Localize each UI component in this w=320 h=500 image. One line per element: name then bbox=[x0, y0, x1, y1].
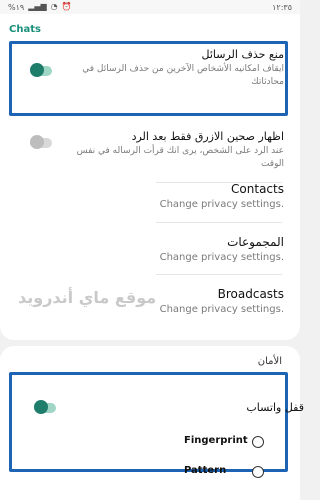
battery-indicator: %١٩ bbox=[8, 2, 25, 12]
whatsapp-lock-toggle[interactable] bbox=[34, 400, 56, 414]
blue-ticks-toggle[interactable] bbox=[30, 135, 52, 149]
setting-groups[interactable]: المجموعات Change privacy settings. bbox=[160, 235, 284, 264]
highlight-box-2 bbox=[9, 372, 288, 472]
setting-title: Broadcasts bbox=[217, 287, 284, 301]
status-left: %١٩ ▂▄▆ ◔ ⏰ bbox=[8, 3, 72, 12]
setting-subtitle: عند الرد على الشخص، يرى انك قرأت الرساله… bbox=[76, 146, 284, 169]
setting-title: Contacts bbox=[231, 182, 284, 196]
toggle-knob bbox=[30, 63, 44, 77]
setting-prevent-delete[interactable]: منع حذف الرسائل ايقاف امكانيه الأشخاص ال… bbox=[54, 48, 284, 89]
option-pattern-label: Pattern bbox=[184, 465, 227, 476]
setting-subtitle: Change privacy settings. bbox=[159, 304, 284, 315]
setting-broadcasts[interactable]: Broadcasts Change privacy settings. bbox=[160, 287, 284, 316]
setting-title: قفل واتساب bbox=[246, 401, 304, 414]
toggle-knob bbox=[34, 400, 48, 414]
alarm-icon: ⏰ bbox=[61, 2, 72, 11]
divider bbox=[156, 222, 282, 223]
setting-subtitle: ايقاف امكانيه الأشخاص الآخرين من حذف الر… bbox=[82, 64, 284, 87]
option-fingerprint-radio[interactable] bbox=[252, 436, 264, 448]
divider bbox=[156, 274, 282, 275]
option-fingerprint-label: Fingerprint bbox=[184, 435, 248, 446]
setting-subtitle: Change privacy settings. bbox=[159, 199, 284, 210]
setting-whatsapp-lock[interactable]: قفل واتساب bbox=[246, 401, 304, 414]
setting-contacts[interactable]: Contacts Change privacy settings. bbox=[160, 182, 284, 211]
signal-icon: ▂▄▆ bbox=[28, 2, 47, 11]
security-title: الأمان bbox=[257, 356, 282, 367]
wifi-icon: ◔ bbox=[50, 2, 58, 11]
setting-title: اظهار صحين الازرق فقط بعد الرد bbox=[131, 130, 284, 143]
setting-title: المجموعات bbox=[227, 235, 284, 249]
setting-title: منع حذف الرسائل bbox=[201, 48, 284, 61]
toggle-knob bbox=[30, 135, 44, 149]
status-bar: %١٩ ▂▄▆ ◔ ⏰ ١٢:٣٥ bbox=[0, 0, 300, 14]
prevent-delete-toggle[interactable] bbox=[30, 63, 52, 77]
section-title: Chats bbox=[9, 24, 41, 35]
watermark: موقع ماي أندرويد bbox=[18, 288, 157, 307]
status-time: ١٢:٣٥ bbox=[272, 2, 292, 12]
setting-subtitle: Change privacy settings. bbox=[159, 252, 284, 263]
setting-blue-ticks[interactable]: اظهار صحين الازرق فقط بعد الرد عند الرد … bbox=[54, 130, 284, 171]
option-pattern-radio[interactable] bbox=[252, 466, 264, 478]
